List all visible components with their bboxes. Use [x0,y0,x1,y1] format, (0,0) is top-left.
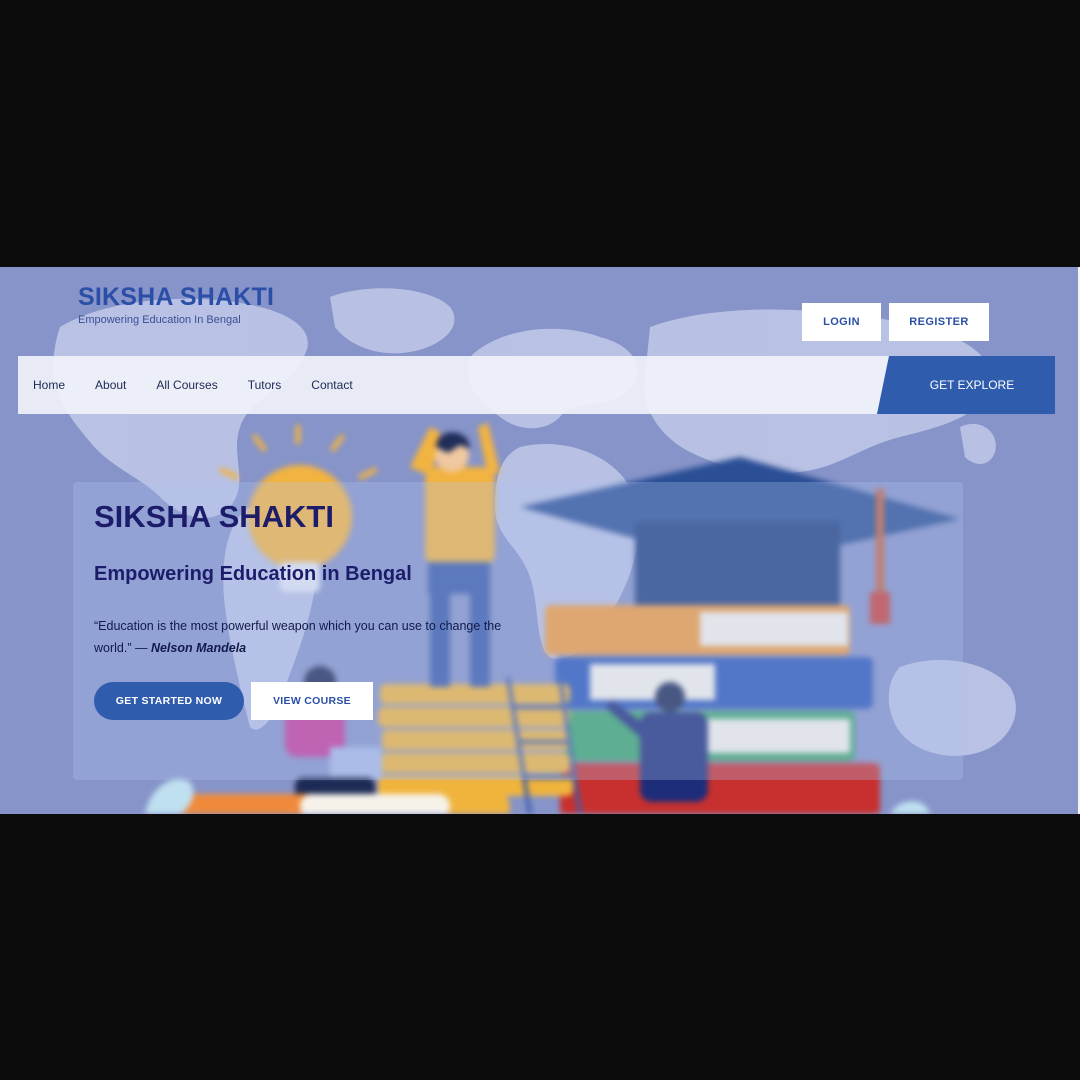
view-course-button[interactable]: VIEW COURSE [251,682,373,720]
hero-title: SIKSHA SHAKTI [94,499,334,534]
brand[interactable]: SIKSHA SHAKTI Empowering Education In Be… [78,283,274,326]
main-navbar: Home About All Courses Tutors Contact GE… [18,356,1055,414]
scroll-icon [165,794,450,814]
nav-item-all-courses[interactable]: All Courses [156,378,217,392]
website-screenshot: SIKSHA SHAKTI Empowering Education In Be… [0,267,1078,814]
brand-title: SIKSHA SHAKTI [78,283,275,311]
get-explore-button[interactable]: GET EXPLORE [877,356,1055,414]
nav-item-home[interactable]: Home [33,378,65,392]
brand-tagline: Empowering Education In Bengal [78,314,241,326]
register-button[interactable]: REGISTER [889,303,989,341]
quote-author: Nelson Mandela [150,641,247,655]
nav-item-about[interactable]: About [95,378,126,392]
login-button[interactable]: LOGIN [802,303,881,341]
hero-quote: “Education is the most powerful weapon w… [94,615,524,659]
nav-item-contact[interactable]: Contact [311,378,352,392]
get-started-button[interactable]: GET STARTED NOW [94,682,244,720]
nav-item-tutors[interactable]: Tutors [248,378,282,392]
nav-links: Home About All Courses Tutors Contact [33,356,353,414]
hero-subtitle: Empowering Education in Bengal [94,563,412,585]
